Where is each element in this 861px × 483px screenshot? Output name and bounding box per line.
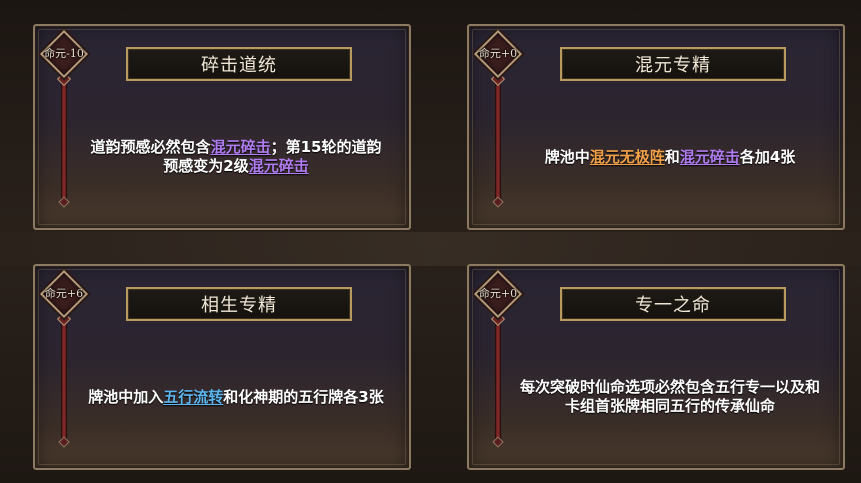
staff-decoration bbox=[61, 76, 67, 200]
card-description: 每次突破时仙命选项必然包含五行专一以及和卡组首张牌相同五行的传承仙命 bbox=[519, 344, 821, 450]
card-description: 道韵预感必然包含混元碎击；第15轮的道韵预感变为2级混元碎击 bbox=[85, 104, 387, 210]
destiny-medallion: 命元+0 bbox=[473, 269, 523, 319]
card-title-box: 相生专精 bbox=[126, 287, 352, 321]
keyword-link[interactable]: 混元碎击 bbox=[249, 157, 309, 175]
card-title: 碎击道统 bbox=[201, 55, 277, 76]
card-title-box: 混元专精 bbox=[560, 47, 786, 81]
destiny-cost-badge: 命元+0 bbox=[478, 47, 518, 60]
desc-text: 每次突破时仙命选项必然包含五行专一以及和卡组首张牌相同五行的传承仙命 bbox=[519, 378, 820, 415]
destiny-card-2[interactable]: 命元+0 混元专精 牌池中混元无极阵和混元碎击各加4张 bbox=[467, 24, 845, 230]
destiny-medallion: 命元+6 bbox=[39, 269, 89, 319]
staff-decoration bbox=[495, 76, 501, 200]
desc-text: 牌池中 bbox=[544, 147, 590, 166]
card-description: 牌池中混元无极阵和混元碎击各加4张 bbox=[519, 104, 821, 210]
desc-text: 和 bbox=[664, 147, 680, 166]
card-title-box: 碎击道统 bbox=[126, 47, 352, 81]
card-title: 混元专精 bbox=[635, 55, 711, 76]
keyword-link[interactable]: 混元无极阵 bbox=[590, 148, 665, 166]
destiny-medallion: 命元-10 bbox=[39, 29, 89, 79]
keyword-link[interactable]: 五行流转 bbox=[163, 388, 223, 406]
destiny-cost-badge: 命元-10 bbox=[44, 47, 84, 60]
destiny-card-4[interactable]: 命元+0 专一之命 每次突破时仙命选项必然包含五行专一以及和卡组首张牌相同五行的… bbox=[467, 264, 845, 470]
staff-decoration bbox=[495, 316, 501, 440]
destiny-cost-badge: 命元+6 bbox=[44, 287, 84, 300]
keyword-link[interactable]: 混元碎击 bbox=[680, 148, 740, 166]
desc-text: 和化神期的五行牌各3张 bbox=[223, 387, 384, 406]
desc-text: 各加4张 bbox=[739, 147, 796, 166]
destiny-cost-badge: 命元+0 bbox=[478, 287, 518, 300]
desc-text: 牌池中加入 bbox=[88, 387, 164, 406]
card-description: 牌池中加入五行流转和化神期的五行牌各3张 bbox=[85, 344, 387, 450]
destiny-card-3[interactable]: 命元+6 相生专精 牌池中加入五行流转和化神期的五行牌各3张 bbox=[33, 264, 411, 470]
destiny-card-1[interactable]: 命元-10 碎击道统 道韵预感必然包含混元碎击；第15轮的道韵预感变为2级混元碎… bbox=[33, 24, 411, 230]
destiny-medallion: 命元+0 bbox=[473, 29, 523, 79]
card-title: 相生专精 bbox=[201, 295, 277, 316]
background-strip bbox=[0, 232, 861, 266]
desc-text: 道韵预感必然包含 bbox=[90, 138, 211, 156]
keyword-link[interactable]: 混元碎击 bbox=[211, 138, 271, 156]
card-title-box: 专一之命 bbox=[560, 287, 786, 321]
staff-decoration bbox=[61, 316, 67, 440]
card-title: 专一之命 bbox=[635, 295, 711, 316]
